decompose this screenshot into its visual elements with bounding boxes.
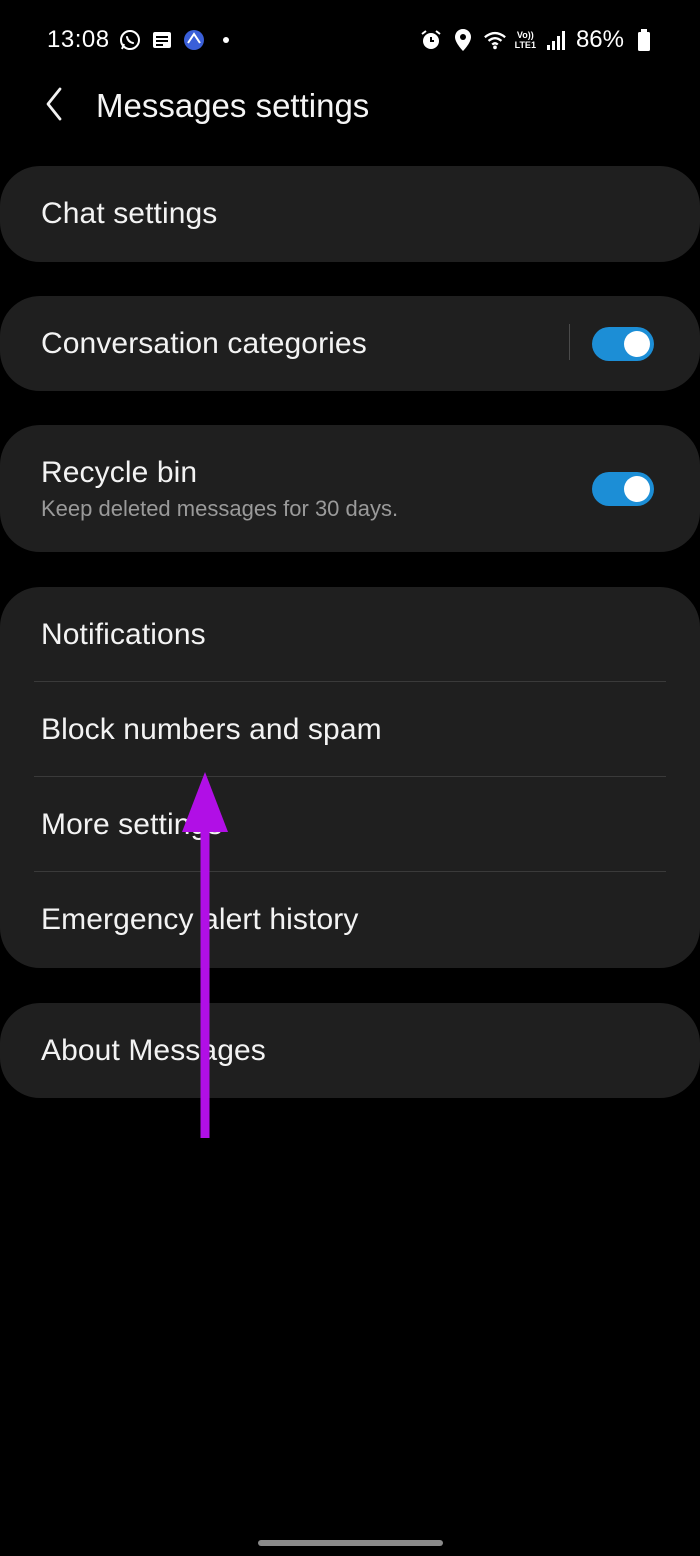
emergency-alert-history-label: Emergency alert history bbox=[41, 902, 359, 936]
status-right: Vo)) LTE1 86% bbox=[419, 24, 656, 56]
emergency-alert-history-item[interactable]: Emergency alert history bbox=[0, 872, 700, 967]
about-messages-card: About Messages bbox=[0, 1003, 700, 1098]
header: Messages settings bbox=[0, 78, 700, 138]
dot-icon bbox=[214, 28, 238, 52]
lte-indicator: Vo)) LTE1 bbox=[515, 30, 536, 50]
recycle-bin-toggle[interactable] bbox=[592, 472, 654, 506]
status-bar: 13:08 Vo)) LTE1 86% bbox=[0, 0, 700, 78]
message-icon bbox=[150, 28, 174, 52]
chat-settings-label: Chat settings bbox=[41, 197, 218, 230]
recycle-bin-subtitle: Keep deleted messages for 30 days. bbox=[41, 495, 399, 521]
conversation-categories-toggle[interactable] bbox=[592, 327, 654, 361]
battery-icon bbox=[632, 28, 656, 52]
toggle-knob bbox=[624, 331, 650, 357]
recycle-bin-card: Recycle bin Keep deleted messages for 30… bbox=[0, 425, 700, 552]
location-icon bbox=[451, 28, 475, 52]
conversation-categories-card: Conversation categories bbox=[0, 296, 700, 391]
settings-group-card: Notifications Block numbers and spam Mor… bbox=[0, 587, 700, 968]
app-icon bbox=[182, 28, 206, 52]
recycle-bin-label: Recycle bin bbox=[41, 455, 198, 489]
whatsapp-icon bbox=[118, 28, 142, 52]
about-messages-item[interactable]: About Messages bbox=[0, 1003, 700, 1098]
volte-label: Vo)) bbox=[516, 30, 534, 40]
notifications-item[interactable]: Notifications bbox=[0, 587, 700, 682]
back-button[interactable] bbox=[34, 86, 74, 126]
more-settings-item[interactable]: More settings bbox=[0, 777, 700, 872]
wifi-icon bbox=[483, 28, 507, 52]
lte-label: LTE1 bbox=[514, 40, 536, 50]
chevron-left-icon bbox=[42, 86, 66, 127]
status-left: 13:08 bbox=[47, 24, 238, 56]
battery-percent: 86% bbox=[575, 26, 624, 53]
signal-icon bbox=[544, 28, 568, 52]
block-numbers-label: Block numbers and spam bbox=[41, 712, 382, 746]
conversation-categories-label: Conversation categories bbox=[41, 326, 367, 360]
toggle-knob bbox=[624, 476, 650, 502]
chat-settings-card: Chat settings bbox=[0, 166, 700, 262]
page-title: Messages settings bbox=[96, 87, 370, 124]
about-messages-label: About Messages bbox=[41, 1033, 266, 1067]
notifications-label: Notifications bbox=[41, 617, 206, 651]
block-numbers-item[interactable]: Block numbers and spam bbox=[0, 682, 700, 777]
alarm-icon bbox=[419, 28, 443, 52]
more-settings-label: More settings bbox=[41, 807, 223, 841]
status-time: 13:08 bbox=[47, 26, 110, 53]
home-indicator[interactable] bbox=[258, 1540, 443, 1546]
chat-settings-item[interactable]: Chat settings bbox=[0, 166, 700, 262]
divider bbox=[569, 324, 570, 360]
